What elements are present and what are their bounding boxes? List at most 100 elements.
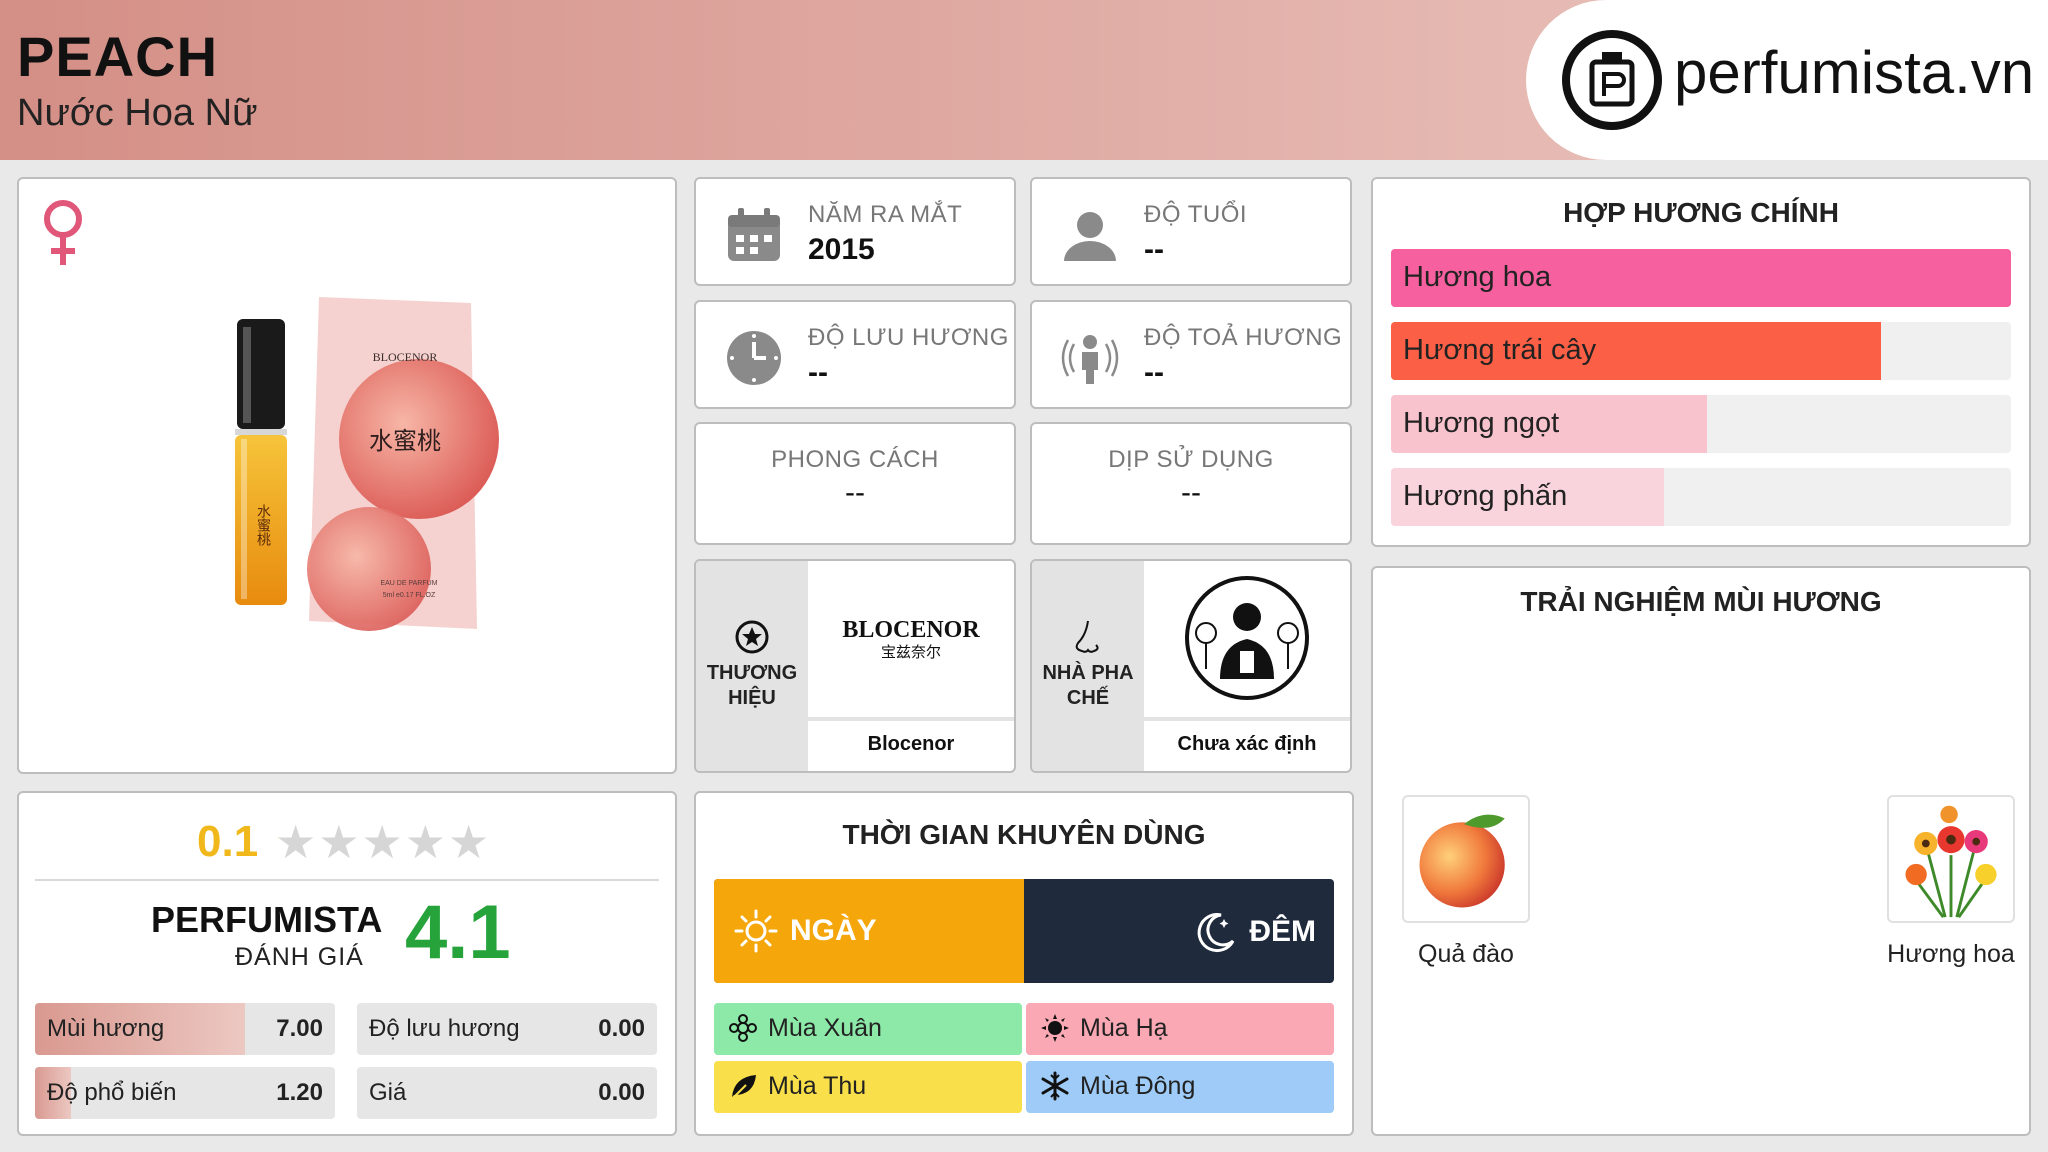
main-notes-title: HỢP HƯƠNG CHÍNH [1563, 197, 1839, 228]
leaf-icon [728, 1071, 758, 1101]
season-1: Mùa Xuân [714, 1003, 1022, 1055]
release-year-label: NĂM RA MẮT [808, 201, 963, 228]
stars-filled-icon: ★★★★★ [275, 815, 279, 869]
note-label: Hương hoa [1403, 261, 1552, 293]
note-bar: Hương trái cây [1391, 322, 2011, 380]
perfumer-card[interactable]: NHÀ PHA CHẾ Chưa xác định [1030, 559, 1352, 773]
longevity-value: -- [808, 356, 828, 389]
night-label: ĐÊM [1249, 915, 1316, 948]
perfumer-avatar [1185, 576, 1309, 700]
occasion-value: -- [1181, 476, 1201, 509]
age-value: -- [1144, 233, 1164, 266]
main-notes-card: HỢP HƯƠNG CHÍNH Hương hoa Hương trái cây H… [1371, 177, 2031, 547]
product-photo: BLOCENOR 水蜜桃 EAU DE PARFUM 5ml e0.17 FL.… [235, 297, 499, 631]
longevity-label: ĐỘ LƯU HƯƠNG [808, 324, 1009, 351]
occasion-label: DỊP SỬ DỤNG [1108, 446, 1274, 473]
age-card: ĐỘ TUỔI -- [1030, 177, 1352, 286]
season-label: Mùa Xuân [768, 1013, 882, 1042]
brand-name: Blocenor [808, 717, 1014, 771]
brand-card[interactable]: THƯƠNG HIỆU BLOCENOR 宝兹奈尔 Blocenor [694, 559, 1016, 773]
night-indicator: ĐÊM [1191, 909, 1316, 955]
experience-label: Hương hoa [1887, 940, 2015, 968]
age-label: ĐỘ TUỔI [1144, 201, 1248, 228]
perfumista-score: 4.1 [405, 890, 511, 975]
season-label: Mùa Đông [1080, 1071, 1196, 1100]
star-rating[interactable]: ★★★★★ ★★★★★ [275, 815, 491, 869]
release-year-card: NĂM RA MẮT 2015 [694, 177, 1016, 286]
product-image-card: BLOCENOR 水蜜桃 EAU DE PARFUM 5ml e0.17 FL.… [17, 177, 677, 774]
note-bar: Hương phấn [1391, 468, 2011, 526]
flower-icon [728, 1013, 758, 1043]
scent-experience-card: TRẢI NGHIỆM MÙI HƯƠNG Quả đào Hương hoa [1371, 566, 2031, 1136]
metric-value: 1.20 [276, 1079, 323, 1106]
logo-text: perfumista.vn [1674, 39, 2035, 106]
note-label: Hương trái cây [1403, 334, 1597, 366]
box-size-text: 5ml e0.17 FL.OZ [383, 592, 436, 599]
perfumer-name: Chưa xác định [1144, 717, 1350, 771]
box-chinese-text: 水蜜桃 [369, 427, 441, 455]
occasion-card: DỊP SỬ DỤNG -- [1030, 422, 1352, 545]
product-subtitle: Nước Hoa Nữ [17, 92, 258, 134]
moon-icon [1197, 913, 1235, 953]
longevity-card: ĐỘ LƯU HƯƠNG -- [694, 300, 1016, 409]
bottle-chinese-text: 水蜜桃 [255, 504, 271, 547]
season-4: Mùa Đông [1026, 1061, 1334, 1113]
brand-label: THƯƠNG HIỆU [706, 662, 798, 709]
experience-label: Quả đào [1418, 940, 1514, 968]
recommended-time-title: THỜI GIAN KHUYÊN DÙNG [842, 819, 1206, 850]
rating-metric: Độ phổ biến 1.20 [35, 1067, 335, 1119]
flowers-icon [1887, 795, 2015, 923]
day-label: NGÀY [790, 914, 877, 947]
season-3: Mùa Thu [714, 1061, 1022, 1113]
sun-icon [734, 909, 778, 953]
brand-logo-sub: 宝兹奈尔 [881, 643, 941, 661]
metric-label: Độ lưu hương [369, 1015, 520, 1042]
stars-empty-icon: ★★★★★ [275, 816, 492, 868]
note-label: Hương phấn [1403, 480, 1568, 512]
box-edp-text: EAU DE PARFUM [380, 580, 437, 587]
clock-icon [727, 331, 781, 385]
user-icon [1064, 212, 1116, 261]
box-brand-text: BLOCENOR [373, 350, 438, 364]
season-2: Mùa Hạ [1026, 1003, 1334, 1055]
perfumer-label: NHÀ PHA CHẾ [1042, 662, 1134, 709]
sillage-label: ĐỘ TOẢ HƯƠNG [1144, 324, 1343, 351]
metric-value: 7.00 [276, 1015, 323, 1042]
calendar-icon [728, 208, 780, 261]
user-score: 0.1 [197, 817, 259, 866]
site-logo[interactable]: perfumista.vn [1526, 0, 2048, 160]
style-value: -- [845, 476, 865, 509]
sillage-person-icon [1061, 335, 1119, 384]
female-icon [44, 200, 82, 265]
experience-item-peach[interactable]: Quả đào [1401, 795, 1531, 969]
page-header: PEACH Nước Hoa Nữ perfumista.vn [0, 0, 2048, 160]
experience-item-floral[interactable]: Hương hoa [1886, 795, 2016, 969]
metric-value: 0.00 [598, 1015, 645, 1042]
season-label: Mùa Thu [768, 1071, 867, 1100]
brand-logo-text: BLOCENOR [842, 617, 980, 643]
perfumista-title: PERFUMISTA [151, 899, 383, 940]
peach-icon [1402, 795, 1530, 923]
release-year-value: 2015 [808, 233, 875, 266]
scent-experience-title: TRẢI NGHIỆM MÙI HƯƠNG [1520, 586, 1882, 617]
style-label: PHONG CÁCH [771, 446, 939, 473]
rating-divider [35, 879, 659, 881]
rating-metric: Mùi hương 7.00 [35, 1003, 335, 1055]
season-label: Mùa Hạ [1080, 1013, 1168, 1042]
snowflake-icon [1040, 1071, 1070, 1101]
sillage-card: ĐỘ TOẢ HƯƠNG -- [1030, 300, 1352, 409]
product-name: PEACH [17, 25, 219, 88]
perfume-bottle-logo-icon [1562, 30, 1662, 130]
metric-label: Mùi hương [47, 1015, 165, 1042]
perfumista-subtitle: ĐÁNH GIÁ [235, 943, 364, 971]
recommended-time-card: THỜI GIAN KHUYÊN DÙNG NGÀY ĐÊM Mùa Xuân … [694, 791, 1354, 1136]
metric-value: 0.00 [598, 1079, 645, 1106]
nose-icon [1075, 620, 1099, 653]
rating-metric: Độ lưu hương 0.00 [357, 1003, 657, 1055]
note-bar: Hương hoa [1391, 249, 2011, 307]
brand-logo: BLOCENOR 宝兹奈尔 [842, 617, 980, 661]
sun-icon [1040, 1013, 1070, 1043]
rating-card: 0.1 ★★★★★ ★★★★★ PERFUMISTA ĐÁNH GIÁ 4.1 … [17, 791, 677, 1136]
day-indicator: NGÀY [734, 909, 877, 953]
day-night-bar: NGÀY ĐÊM [714, 879, 1334, 983]
